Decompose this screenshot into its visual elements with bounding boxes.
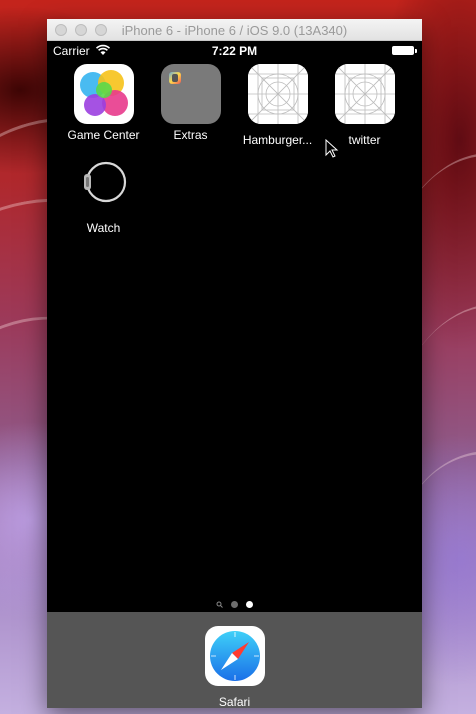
app-hamburger[interactable]: Hamburger... (234, 63, 321, 147)
app-safari[interactable]: Safari (191, 626, 278, 709)
game-center-icon (73, 64, 134, 124)
app-label: Watch (86, 221, 121, 235)
battery-icon (392, 46, 417, 55)
mouse-cursor-icon (325, 139, 339, 158)
app-label: Game Center (67, 128, 140, 142)
title-bar[interactable]: iPhone 6 - iPhone 6 / iOS 9.0 (13A340) (47, 19, 422, 41)
folder-extras[interactable]: Extras (147, 64, 234, 142)
app-watch[interactable]: Watch (60, 152, 147, 235)
dock: Safari (47, 612, 422, 709)
app-label: Extras (173, 128, 208, 142)
page-indicator[interactable] (47, 601, 422, 611)
status-time: 7:22 PM (211, 44, 258, 58)
spotlight-search-icon[interactable] (216, 601, 223, 608)
safari-icon (204, 626, 265, 686)
page-dot[interactable] (231, 601, 238, 608)
app-label: Safari (218, 695, 251, 709)
simulator-window: iPhone 6 - iPhone 6 / iOS 9.0 (13A340) C… (47, 19, 422, 709)
iphone-screen[interactable]: Carrier 7:22 PM Game Center Extras Hambu… (47, 41, 422, 709)
app-twitter[interactable]: twitter (321, 63, 408, 147)
status-bar: Carrier 7:22 PM (47, 41, 422, 61)
app-game-center[interactable]: Game Center (60, 64, 147, 142)
page-dot-active[interactable] (246, 601, 253, 608)
blank-app-icon (247, 63, 308, 125)
blank-app-icon (334, 63, 395, 125)
folder-icon (160, 64, 221, 124)
window-title: iPhone 6 - iPhone 6 / iOS 9.0 (13A340) (121, 23, 348, 38)
watch-icon (73, 152, 134, 212)
app-label: Hamburger... (242, 133, 313, 147)
